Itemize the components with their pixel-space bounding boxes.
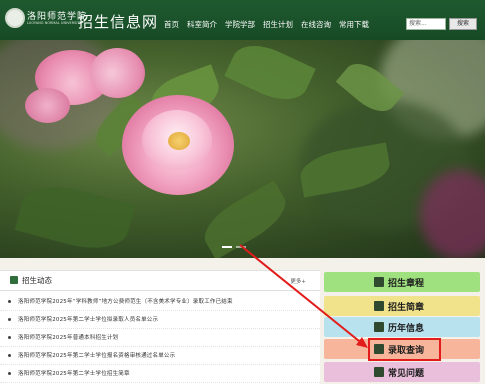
annotation-arrow: [239, 244, 368, 348]
arrow-head: [356, 337, 368, 348]
arrow-line: [239, 244, 365, 346]
